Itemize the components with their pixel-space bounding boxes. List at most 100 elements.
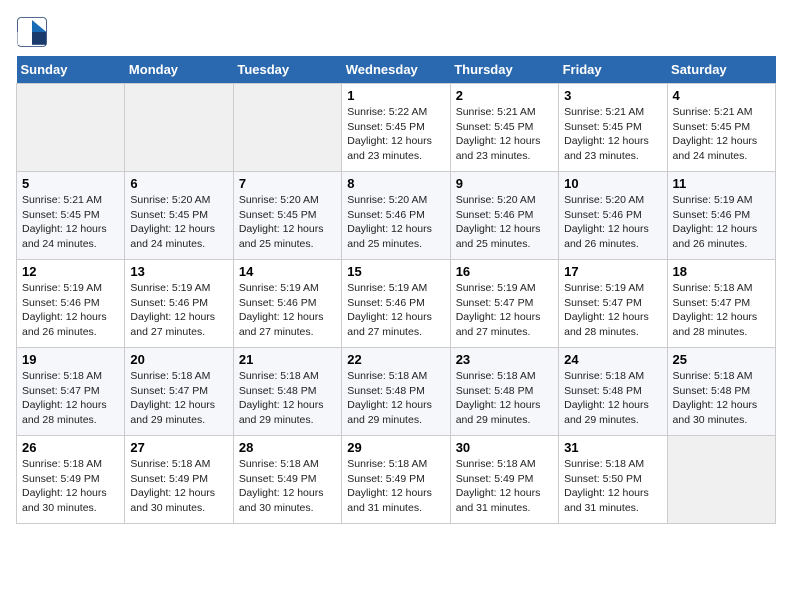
calendar-cell: 18 Sunrise: 5:18 AMSunset: 5:47 PMDayligh… xyxy=(667,260,775,348)
calendar-cell: 30 Sunrise: 5:18 AMSunset: 5:49 PMDayligh… xyxy=(450,436,558,524)
day-number: 11 xyxy=(673,176,770,191)
header-sunday: Sunday xyxy=(17,56,125,84)
calendar-body: 1 Sunrise: 5:22 AMSunset: 5:45 PMDaylight… xyxy=(17,84,776,524)
calendar-cell: 2 Sunrise: 5:21 AMSunset: 5:45 PMDaylight… xyxy=(450,84,558,172)
day-number: 30 xyxy=(456,440,553,455)
calendar-cell: 29 Sunrise: 5:18 AMSunset: 5:49 PMDayligh… xyxy=(342,436,450,524)
calendar-cell: 21 Sunrise: 5:18 AMSunset: 5:48 PMDayligh… xyxy=(233,348,341,436)
calendar-cell: 13Sunrise: 5:19 AMSunset: 5:46 PMDayligh… xyxy=(125,260,233,348)
day-info: Sunrise: 5:19 AMSunset: 5:47 PMDaylight:… xyxy=(564,281,661,340)
header-friday: Friday xyxy=(559,56,667,84)
day-info: Sunrise: 5:18 AMSunset: 5:48 PMDaylight:… xyxy=(673,369,770,428)
day-info: Sunrise: 5:18 AMSunset: 5:47 PMDaylight:… xyxy=(22,369,119,428)
page-header xyxy=(16,16,776,48)
header-thursday: Thursday xyxy=(450,56,558,84)
header-monday: Monday xyxy=(125,56,233,84)
day-number: 13 xyxy=(130,264,227,279)
day-info: Sunrise: 5:18 AMSunset: 5:50 PMDaylight:… xyxy=(564,457,661,516)
day-number: 29 xyxy=(347,440,444,455)
day-number: 26 xyxy=(22,440,119,455)
logo xyxy=(16,16,52,48)
calendar-cell: 8Sunrise: 5:20 AMSunset: 5:46 PMDaylight… xyxy=(342,172,450,260)
day-info: Sunrise: 5:18 AMSunset: 5:48 PMDaylight:… xyxy=(564,369,661,428)
day-number: 19 xyxy=(22,352,119,367)
day-number: 27 xyxy=(130,440,227,455)
calendar-cell xyxy=(125,84,233,172)
calendar-cell: 17 Sunrise: 5:19 AMSunset: 5:47 PMDayligh… xyxy=(559,260,667,348)
day-info: Sunrise: 5:20 AMSunset: 5:46 PMDaylight:… xyxy=(456,193,553,252)
day-info: Sunrise: 5:19 AMSunset: 5:46 PMDaylight:… xyxy=(347,281,444,340)
day-number: 9 xyxy=(456,176,553,191)
day-number: 4 xyxy=(673,88,770,103)
day-number: 7 xyxy=(239,176,336,191)
calendar-table: Sunday Monday Tuesday Wednesday Thursday… xyxy=(16,56,776,524)
calendar-cell: 1 Sunrise: 5:22 AMSunset: 5:45 PMDaylight… xyxy=(342,84,450,172)
calendar-cell: 16Sunrise: 5:19 AMSunset: 5:47 PMDayligh… xyxy=(450,260,558,348)
day-info: Sunrise: 5:18 AMSunset: 5:47 PMDaylight:… xyxy=(130,369,227,428)
day-number: 21 xyxy=(239,352,336,367)
day-number: 1 xyxy=(347,88,444,103)
day-number: 5 xyxy=(22,176,119,191)
calendar-cell: 23 Sunrise: 5:18 AMSunset: 5:48 PMDayligh… xyxy=(450,348,558,436)
day-info: Sunrise: 5:18 AMSunset: 5:49 PMDaylight:… xyxy=(347,457,444,516)
day-info: Sunrise: 5:18 AMSunset: 5:49 PMDaylight:… xyxy=(22,457,119,516)
day-info: Sunrise: 5:19 AMSunset: 5:46 PMDaylight:… xyxy=(239,281,336,340)
calendar-cell: 25 Sunrise: 5:18 AMSunset: 5:48 PMDayligh… xyxy=(667,348,775,436)
calendar-cell: 5 Sunrise: 5:21 AMSunset: 5:45 PMDaylight… xyxy=(17,172,125,260)
day-info: Sunrise: 5:18 AMSunset: 5:49 PMDaylight:… xyxy=(456,457,553,516)
calendar-cell: 19 Sunrise: 5:18 AMSunset: 5:47 PMDayligh… xyxy=(17,348,125,436)
day-number: 12 xyxy=(22,264,119,279)
calendar-cell: 22Sunrise: 5:18 AMSunset: 5:48 PMDayligh… xyxy=(342,348,450,436)
day-info: Sunrise: 5:18 AMSunset: 5:49 PMDaylight:… xyxy=(239,457,336,516)
day-number: 15 xyxy=(347,264,444,279)
day-number: 6 xyxy=(130,176,227,191)
day-info: Sunrise: 5:18 AMSunset: 5:47 PMDaylight:… xyxy=(673,281,770,340)
calendar-cell: 20Sunrise: 5:18 AMSunset: 5:47 PMDayligh… xyxy=(125,348,233,436)
day-info: Sunrise: 5:20 AMSunset: 5:46 PMDaylight:… xyxy=(564,193,661,252)
day-number: 14 xyxy=(239,264,336,279)
calendar-cell xyxy=(233,84,341,172)
day-number: 23 xyxy=(456,352,553,367)
header-tuesday: Tuesday xyxy=(233,56,341,84)
day-number: 2 xyxy=(456,88,553,103)
day-info: Sunrise: 5:19 AMSunset: 5:47 PMDaylight:… xyxy=(456,281,553,340)
day-number: 25 xyxy=(673,352,770,367)
calendar-cell: 7Sunrise: 5:20 AMSunset: 5:45 PMDaylight… xyxy=(233,172,341,260)
calendar-cell: 3 Sunrise: 5:21 AMSunset: 5:45 PMDaylight… xyxy=(559,84,667,172)
calendar-cell: 28 Sunrise: 5:18 AMSunset: 5:49 PMDayligh… xyxy=(233,436,341,524)
calendar-cell: 6 Sunrise: 5:20 AMSunset: 5:45 PMDaylight… xyxy=(125,172,233,260)
calendar-cell: 12 Sunrise: 5:19 AMSunset: 5:46 PMDayligh… xyxy=(17,260,125,348)
logo-icon xyxy=(16,16,48,48)
calendar-cell: 10 Sunrise: 5:20 AMSunset: 5:46 PMDayligh… xyxy=(559,172,667,260)
day-info: Sunrise: 5:21 AMSunset: 5:45 PMDaylight:… xyxy=(22,193,119,252)
day-info: Sunrise: 5:18 AMSunset: 5:48 PMDaylight:… xyxy=(239,369,336,428)
day-number: 18 xyxy=(673,264,770,279)
day-number: 31 xyxy=(564,440,661,455)
day-info: Sunrise: 5:20 AMSunset: 5:45 PMDaylight:… xyxy=(130,193,227,252)
header-saturday: Saturday xyxy=(667,56,775,84)
day-info: Sunrise: 5:18 AMSunset: 5:49 PMDaylight:… xyxy=(130,457,227,516)
calendar-cell: 26 Sunrise: 5:18 AMSunset: 5:49 PMDayligh… xyxy=(17,436,125,524)
calendar-cell: 14 Sunrise: 5:19 AMSunset: 5:46 PMDayligh… xyxy=(233,260,341,348)
day-info: Sunrise: 5:18 AMSunset: 5:48 PMDaylight:… xyxy=(456,369,553,428)
day-info: Sunrise: 5:21 AMSunset: 5:45 PMDaylight:… xyxy=(673,105,770,164)
day-info: Sunrise: 5:19 AMSunset: 5:46 PMDaylight:… xyxy=(22,281,119,340)
day-info: Sunrise: 5:19 AMSunset: 5:46 PMDaylight:… xyxy=(673,193,770,252)
calendar-cell: 4 Sunrise: 5:21 AMSunset: 5:45 PMDaylight… xyxy=(667,84,775,172)
day-info: Sunrise: 5:18 AMSunset: 5:48 PMDaylight:… xyxy=(347,369,444,428)
calendar-cell: 31 Sunrise: 5:18 AMSunset: 5:50 PMDayligh… xyxy=(559,436,667,524)
day-info: Sunrise: 5:21 AMSunset: 5:45 PMDaylight:… xyxy=(456,105,553,164)
calendar-cell: 15 Sunrise: 5:19 AMSunset: 5:46 PMDayligh… xyxy=(342,260,450,348)
day-number: 28 xyxy=(239,440,336,455)
day-info: Sunrise: 5:22 AMSunset: 5:45 PMDaylight:… xyxy=(347,105,444,164)
header-wednesday: Wednesday xyxy=(342,56,450,84)
day-number: 3 xyxy=(564,88,661,103)
day-number: 10 xyxy=(564,176,661,191)
calendar-cell xyxy=(667,436,775,524)
day-info: Sunrise: 5:21 AMSunset: 5:45 PMDaylight:… xyxy=(564,105,661,164)
calendar-cell: 9 Sunrise: 5:20 AMSunset: 5:46 PMDaylight… xyxy=(450,172,558,260)
calendar-cell: 24Sunrise: 5:18 AMSunset: 5:48 PMDayligh… xyxy=(559,348,667,436)
day-number: 17 xyxy=(564,264,661,279)
day-number: 8 xyxy=(347,176,444,191)
calendar-cell xyxy=(17,84,125,172)
